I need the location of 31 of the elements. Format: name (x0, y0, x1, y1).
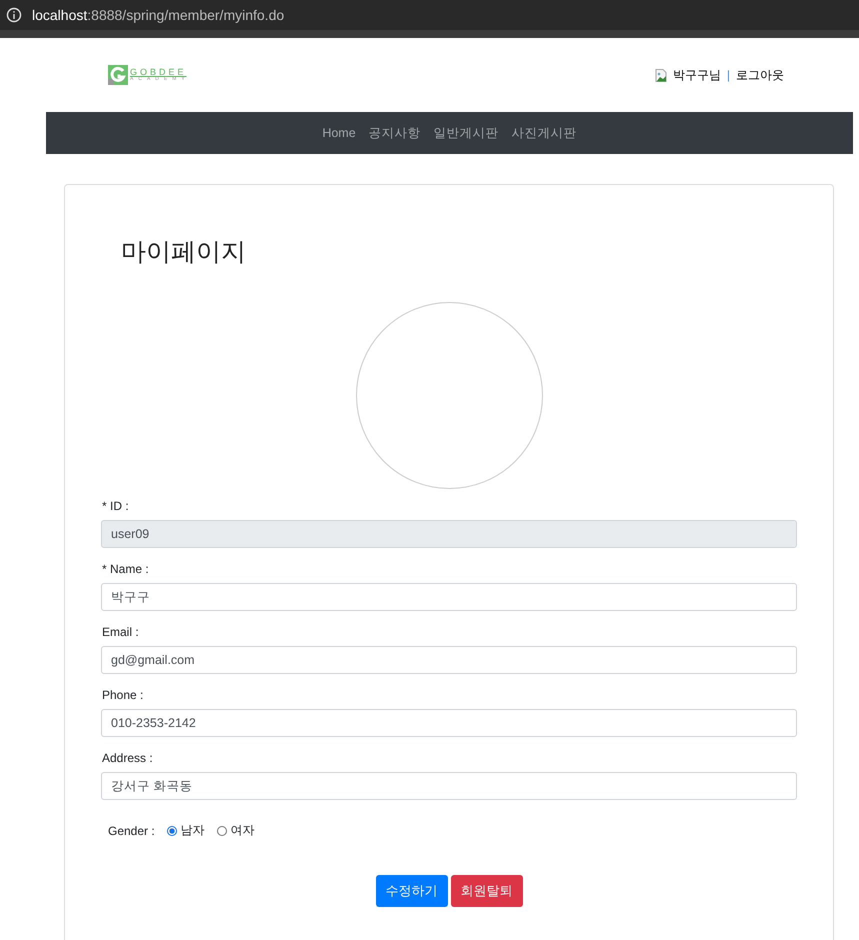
withdraw-button[interactable]: 회원탈퇴 (450, 875, 522, 907)
field-label: Email : (102, 625, 140, 639)
address-bar[interactable]: localhost:8888/spring/member/myinfo.do (0, 0, 859, 30)
input-field[interactable]: 강서구 화곡동 (101, 772, 797, 800)
logout-link[interactable]: 로그아웃 (736, 66, 784, 84)
radio-button[interactable] (216, 826, 227, 836)
info-icon[interactable] (6, 7, 22, 23)
nav-link[interactable]: 사진게시판 (512, 124, 577, 142)
input-field[interactable]: 박구구 (101, 583, 797, 611)
username-text: 박구구님 (672, 66, 721, 84)
logo-name: GOBDEE (130, 68, 188, 77)
separator-text: | (726, 68, 730, 82)
page-title: 마이페이지 (121, 237, 247, 268)
radio-label[interactable]: 남자 (180, 822, 205, 839)
nav-link[interactable]: Home (322, 126, 356, 140)
radio-label[interactable]: 여자 (230, 822, 255, 839)
field-label: Phone : (102, 688, 144, 702)
field-label: * Name : (102, 562, 150, 576)
nav-link[interactable]: 일반게시판 (434, 124, 499, 142)
broken-image-icon (654, 68, 667, 82)
input-field[interactable]: 010-2353-2142 (101, 709, 797, 737)
gender-label: Gender : (108, 824, 155, 838)
field-label: * ID : (102, 499, 130, 513)
url-text: localhost:8888/spring/member/myinfo.do (32, 7, 284, 23)
input-field[interactable]: gd@gmail.com (101, 646, 797, 674)
input-field[interactable]: user09 (101, 520, 797, 548)
edit-button[interactable]: 수정하기 (376, 875, 448, 907)
logo-icon (108, 65, 128, 85)
nav-link[interactable]: 공지사항 (368, 124, 421, 142)
field-label: Address : (102, 751, 154, 765)
radio-button[interactable] (166, 826, 177, 836)
